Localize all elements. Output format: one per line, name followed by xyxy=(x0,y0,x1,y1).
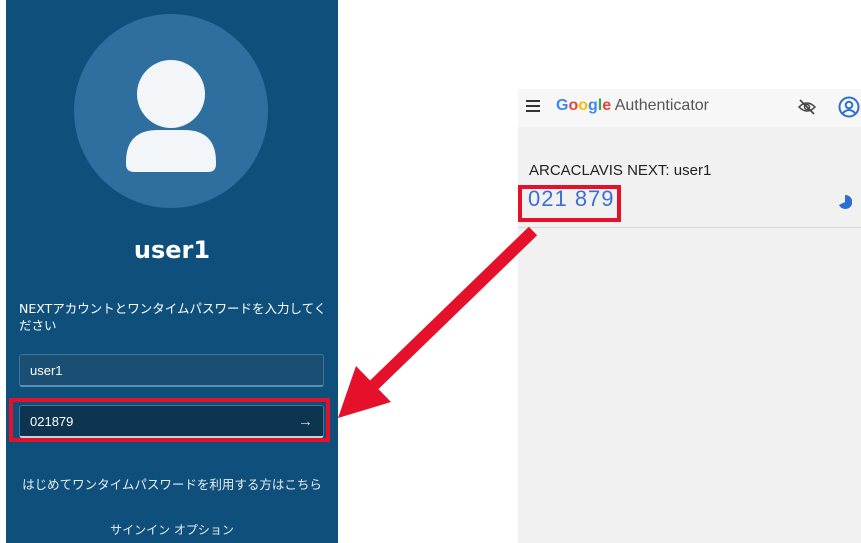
first-time-otp-link[interactable]: はじめてワンタイムパスワードを利用する方はこちら xyxy=(6,474,338,493)
brand-letter: o xyxy=(578,97,589,114)
eye-off-icon[interactable] xyxy=(797,99,817,119)
login-panel: user1 NEXTアカウントとワンタイムパスワードを入力してください user… xyxy=(6,0,338,543)
timer-icon xyxy=(838,194,853,213)
authenticator-screen: Google Authenticator ARCACLAVIS NEXT: us… xyxy=(518,89,861,543)
otp-code-highlight xyxy=(518,185,621,222)
app-title-word: Authenticator xyxy=(614,97,709,114)
instruction-text: NEXTアカウントとワンタイムパスワードを入力してください xyxy=(19,301,327,333)
username-field[interactable]: user1 xyxy=(19,354,324,387)
menu-icon[interactable] xyxy=(526,100,540,115)
signin-options-link[interactable]: サインイン オプション xyxy=(6,521,338,538)
user-silhouette-icon xyxy=(126,60,216,172)
brand-letter: g xyxy=(588,97,598,114)
app-title: Google Authenticator xyxy=(556,97,709,115)
app-bar: Google Authenticator xyxy=(518,89,861,127)
account-label: ARCACLAVIS NEXT: user1 xyxy=(529,162,712,179)
list-divider xyxy=(518,227,861,228)
account-circle-icon[interactable] xyxy=(838,96,860,122)
otp-field-highlight xyxy=(9,398,330,442)
user-avatar xyxy=(74,14,268,208)
brand-letter: e xyxy=(602,97,612,114)
username-field-value: user1 xyxy=(30,363,63,378)
brand-letter: G xyxy=(556,97,569,114)
username-heading: user1 xyxy=(133,236,211,264)
brand-letter: o xyxy=(568,97,579,114)
